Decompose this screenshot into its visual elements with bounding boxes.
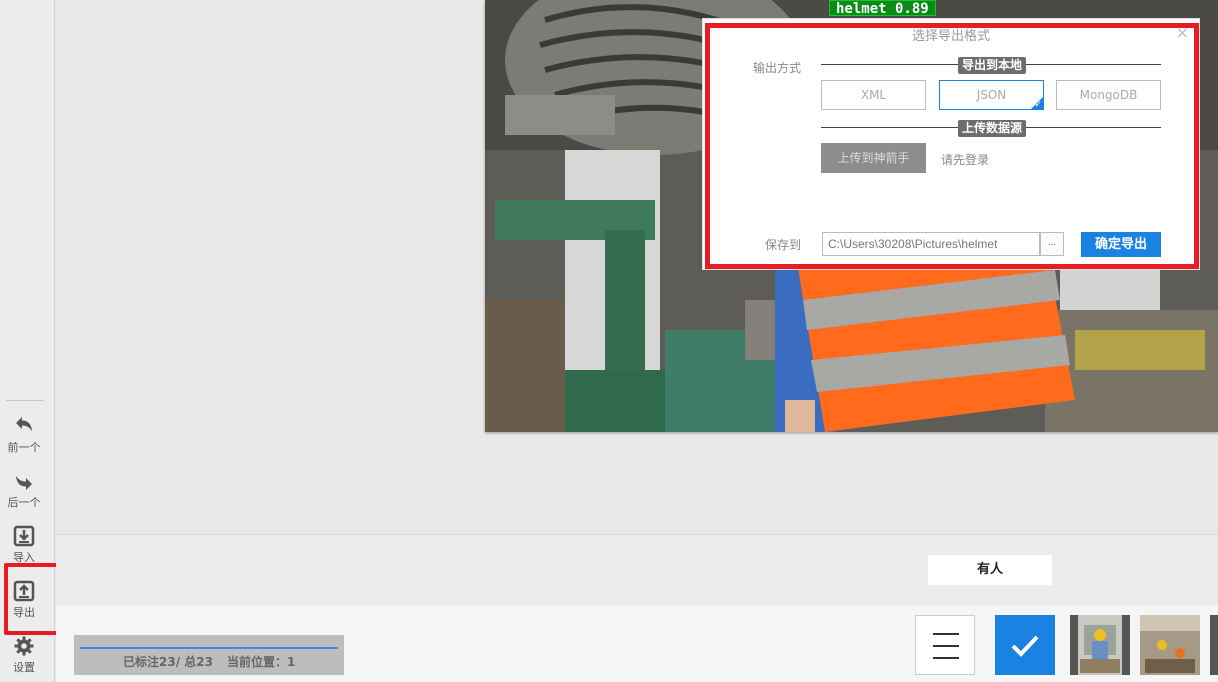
- annotated-count: 已标注23/ 总23: [123, 655, 213, 669]
- thumbnail-image: [1210, 615, 1218, 675]
- thumbnail-image: [1070, 615, 1130, 675]
- settings-button[interactable]: 设置: [0, 634, 48, 682]
- list-view-button[interactable]: [915, 615, 975, 675]
- thumbnail-1[interactable]: [1070, 615, 1130, 675]
- thumbnail-image: [1140, 615, 1200, 675]
- menu-icon: [933, 633, 959, 659]
- thumbnail-2[interactable]: [1140, 615, 1200, 675]
- dialog-highlight-box: [705, 23, 1199, 269]
- detection-label: helmet 0.89: [829, 0, 936, 17]
- next-label: 后一个: [7, 496, 41, 509]
- toolbar-divider: [6, 400, 44, 401]
- current-position: 当前位置：1: [227, 655, 296, 669]
- checkmark-icon: [1011, 635, 1039, 657]
- status-panel: 已标注23/ 总23 当前位置：1: [74, 635, 344, 675]
- redo-arrow-icon: [16, 476, 32, 490]
- label-tag[interactable]: 有人: [928, 555, 1052, 585]
- settings-label: 设置: [13, 661, 35, 674]
- thumbnail-3[interactable]: [1210, 615, 1218, 675]
- previous-button[interactable]: 前一个: [0, 414, 48, 466]
- import-icon: [13, 525, 35, 547]
- gear-icon: [14, 636, 34, 656]
- previous-label: 前一个: [7, 441, 41, 454]
- export-highlight-box: [4, 563, 61, 635]
- next-button[interactable]: 后一个: [0, 469, 48, 521]
- progress-bar: [80, 647, 338, 649]
- undo-arrow-icon: [16, 417, 32, 431]
- confirm-check-button[interactable]: [995, 615, 1055, 675]
